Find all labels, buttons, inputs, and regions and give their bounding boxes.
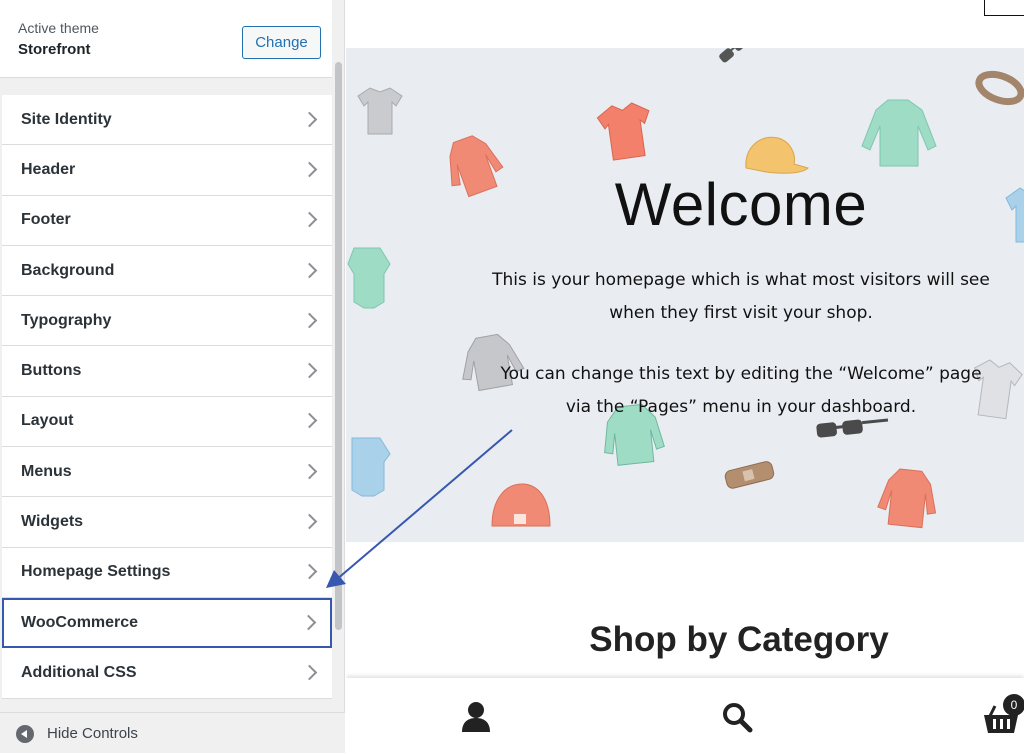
mobile-footer-bar: 0: [346, 678, 1024, 753]
menu-item-site-identity[interactable]: Site Identity: [2, 95, 332, 146]
hero-title: Welcome: [614, 171, 868, 238]
menu-item-label: Buttons: [21, 362, 82, 380]
hide-controls-label: Hide Controls: [47, 725, 138, 742]
chevron-right-icon: [301, 161, 318, 178]
chevron-right-icon: [301, 564, 318, 580]
menu-item-typography[interactable]: Typography: [2, 296, 332, 347]
hide-controls-button[interactable]: Hide Controls: [0, 712, 345, 753]
search-icon[interactable]: [721, 701, 753, 733]
menu-item-label: Additional CSS: [21, 663, 137, 681]
sidebar-scrollbar[interactable]: [335, 62, 342, 630]
active-theme-name: Storefront: [18, 41, 91, 58]
menu-item-background[interactable]: Background: [2, 245, 332, 297]
menu-item-homepage-settings[interactable]: Homepage Settings: [2, 547, 332, 598]
menu-item-label: Site Identity: [21, 110, 112, 128]
site-preview: Welcome This is your homepage which is w…: [346, 0, 1024, 753]
menu-item-label: Header: [21, 160, 76, 178]
menu-item-additional-css[interactable]: Additional CSS: [2, 648, 332, 699]
menu-item-label: Widgets: [21, 513, 84, 531]
chevron-right-icon: [301, 211, 318, 228]
menu-item-label: Background: [21, 261, 115, 279]
menu-item-buttons[interactable]: Buttons: [2, 346, 332, 397]
customizer-sidebar: Active theme Storefront Change Site Iden…: [0, 0, 345, 753]
chevron-right-icon: [301, 413, 318, 429]
menu-item-footer[interactable]: Footer: [2, 195, 332, 246]
menu-item-label: Footer: [21, 211, 71, 229]
menu-item-label: Homepage Settings: [21, 563, 171, 581]
chevron-right-icon: [301, 463, 318, 479]
chevron-right-icon: [301, 513, 318, 530]
hero-paragraph: You can change this text by editing the …: [500, 364, 982, 417]
user-icon[interactable]: [461, 701, 491, 733]
chevron-right-icon: [301, 664, 318, 681]
header-menu-box[interactable]: [984, 0, 1024, 16]
active-theme-label: Active theme: [18, 20, 99, 36]
change-theme-button[interactable]: Change: [242, 26, 321, 59]
active-theme-panel: Active theme Storefront Change: [0, 0, 332, 78]
chevron-right-icon: [301, 312, 318, 329]
chevron-right-icon: [301, 111, 318, 127]
menu-item-label: Typography: [21, 311, 112, 329]
menu-item-label: WooCommerce: [21, 613, 139, 631]
chevron-right-icon: [301, 262, 318, 278]
shop-by-category-heading: Shop by Category: [589, 620, 889, 659]
menu-item-woocommerce[interactable]: WooCommerce: [2, 597, 332, 649]
menu-item-widgets[interactable]: Widgets: [2, 497, 332, 548]
hero-section: Welcome This is your homepage which is w…: [346, 48, 1024, 542]
cart-count-badge: 0: [1003, 694, 1024, 716]
chevron-right-icon: [301, 362, 318, 379]
chevron-right-icon: [300, 614, 317, 630]
customizer-menu: Site Identity Header Footer Background T…: [2, 95, 332, 699]
menu-item-label: Menus: [21, 462, 72, 480]
menu-item-header[interactable]: Header: [2, 145, 332, 196]
menu-item-label: Layout: [21, 412, 74, 430]
menu-item-layout[interactable]: Layout: [2, 396, 332, 448]
site-title-cutoff: [396, 0, 404, 10]
menu-item-menus[interactable]: Menus: [2, 447, 332, 498]
hero-paragraph: This is your homepage which is what most…: [492, 270, 990, 323]
collapse-left-icon: [16, 725, 34, 743]
